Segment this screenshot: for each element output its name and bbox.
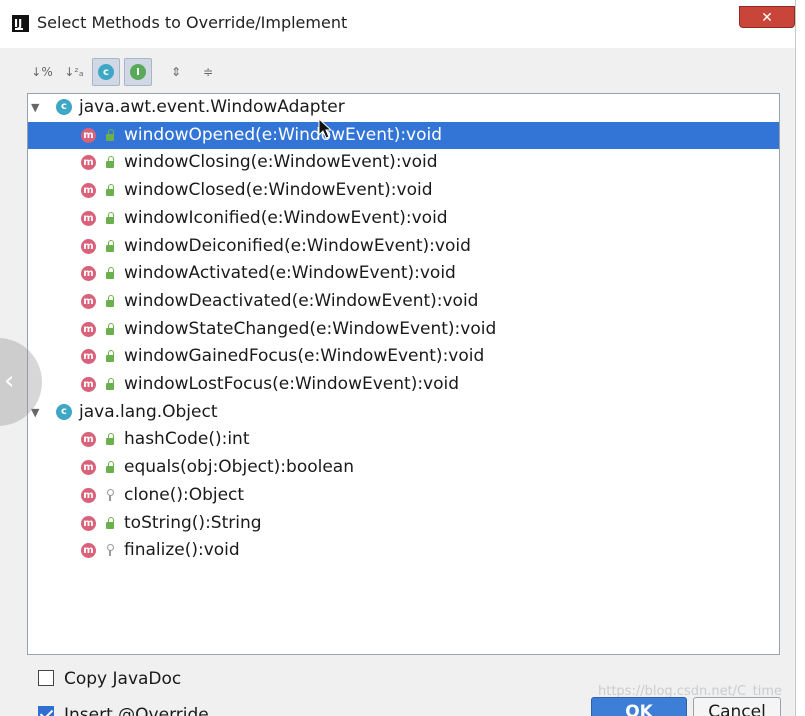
method-signature-label: equals(obj:Object):boolean [124,457,354,477]
intellij-app-icon: IJ [12,15,29,32]
public-visibility-icon [105,155,116,169]
public-visibility-icon [105,266,116,280]
method-item[interactable]: m windowLostFocus(e:WindowEvent):void [28,371,779,398]
class-icon: c [98,64,114,80]
method-signature-label: windowClosing(e:WindowEvent):void [124,152,438,172]
copy-javadoc-checkbox[interactable] [38,670,54,686]
method-signature-label: windowLostFocus(e:WindowEvent):void [124,374,460,394]
method-icon: m [81,543,96,558]
method-item[interactable]: m windowOpened(e:WindowEvent):void [28,122,779,149]
method-item[interactable]: m windowClosed(e:WindowEvent):void [28,177,779,204]
method-item[interactable]: m windowIconified(e:WindowEvent):void [28,205,779,232]
background-edge [795,0,805,716]
method-signature-label: windowDeactivated(e:WindowEvent):void [124,291,479,311]
public-visibility-icon [105,377,116,391]
class-icon: c [56,99,72,115]
method-item[interactable]: m clone():Object [28,482,779,509]
method-signature-label: windowGainedFocus(e:WindowEvent):void [124,346,485,366]
insert-override-checkbox[interactable] [38,706,54,716]
method-item[interactable]: m hashCode():int [28,426,779,453]
method-signature-label: windowDeiconified(e:WindowEvent):void [124,236,471,256]
toolbar: ↓% ↓ᶻₐ c I ⇕ ≑ [28,58,428,88]
public-visibility-icon [105,349,116,363]
method-icon: m [81,322,96,337]
method-signature-label: toString():String [124,513,262,533]
dialog-title: Select Methods to Override/Implement [37,13,348,32]
method-icon: m [81,377,96,392]
method-icon: m [81,349,96,364]
sort-alphabetically-icon[interactable]: ↓ᶻₐ [60,58,88,86]
method-signature-label: hashCode():int [124,429,250,449]
method-icon: m [81,155,96,170]
method-signature-label: finalize():void [124,540,240,560]
expand-all-glyph: ⇕ [170,65,182,79]
public-visibility-icon [105,239,116,253]
method-icon: m [81,294,96,309]
chevron-left-icon: ‹ [4,366,15,396]
method-signature-label: windowStateChanged(e:WindowEvent):void [124,319,497,339]
expand-arrow-icon[interactable]: ▼ [31,94,43,121]
method-signature-label: windowIconified(e:WindowEvent):void [124,208,448,228]
insert-override-label: Insert @Override [64,705,209,716]
methods-tree[interactable]: ▼ c java.awt.event.WindowAdapter m windowOpe… [27,93,780,655]
method-item[interactable]: m finalize():void [28,537,779,564]
method-signature-label: clone():Object [124,485,245,505]
select-methods-dialog: IJ Select Methods to Override/Implement … [0,0,795,716]
class-node[interactable]: ▼ c java.lang.Object [28,399,779,426]
method-signature-label: windowOpened(e:WindowEvent):void [124,125,443,145]
method-item[interactable]: m windowStateChanged(e:WindowEvent):void [28,316,779,343]
method-item[interactable]: m windowDeactivated(e:WindowEvent):void [28,288,779,315]
public-visibility-icon [105,128,116,142]
sort-by-visibility-icon[interactable]: ↓% [28,58,56,86]
collapse-all-icon[interactable]: ≑ [194,58,222,86]
class-name-label: java.awt.event.WindowAdapter [79,97,345,117]
method-signature-label: windowClosed(e:WindowEvent):void [124,180,433,200]
copy-javadoc-label: Copy JavaDoc [64,669,182,689]
method-item[interactable]: m windowGainedFocus(e:WindowEvent):void [28,343,779,370]
method-icon: m [81,516,96,531]
class-name-label: java.lang.Object [79,402,218,422]
method-item[interactable]: m toString():String [28,510,779,537]
interface-icon: I [130,64,146,80]
method-icon: m [81,239,96,254]
method-item[interactable]: m windowClosing(e:WindowEvent):void [28,149,779,176]
protected-visibility-icon [105,543,116,557]
protected-visibility-icon [105,488,116,502]
mouse-cursor-icon [318,118,332,139]
sort-alphabetically-glyph: ↓ᶻₐ [64,65,84,79]
expand-all-icon[interactable]: ⇕ [162,58,190,86]
public-visibility-icon [105,322,116,336]
public-visibility-icon [105,211,116,225]
method-icon: m [81,211,96,226]
method-icon: m [81,432,96,447]
show-interfaces-toggle[interactable]: I [124,58,152,86]
method-icon: m [81,266,96,281]
method-icon: m [81,128,96,143]
method-icon: m [81,183,96,198]
method-icon: m [81,488,96,503]
collapse-all-glyph: ≑ [202,65,214,79]
ok-button[interactable]: OK [591,697,687,716]
class-node[interactable]: ▼ c java.awt.event.WindowAdapter [28,94,779,121]
public-visibility-icon [105,516,116,530]
close-button[interactable]: ✕ [739,6,795,28]
class-icon: c [56,404,72,420]
sort-by-visibility-glyph: ↓% [31,65,53,79]
method-signature-label: windowActivated(e:WindowEvent):void [124,263,456,283]
title-bar: IJ Select Methods to Override/Implement … [0,0,795,48]
method-item[interactable]: m windowDeiconified(e:WindowEvent):void [28,233,779,260]
cancel-button[interactable]: Cancel [693,697,781,716]
public-visibility-icon [105,294,116,308]
method-item[interactable]: m windowActivated(e:WindowEvent):void [28,260,779,287]
public-visibility-icon [105,460,116,474]
public-visibility-icon [105,183,116,197]
method-icon: m [81,460,96,475]
method-item[interactable]: m equals(obj:Object):boolean [28,454,779,481]
show-classes-toggle[interactable]: c [92,58,120,86]
public-visibility-icon [105,432,116,446]
